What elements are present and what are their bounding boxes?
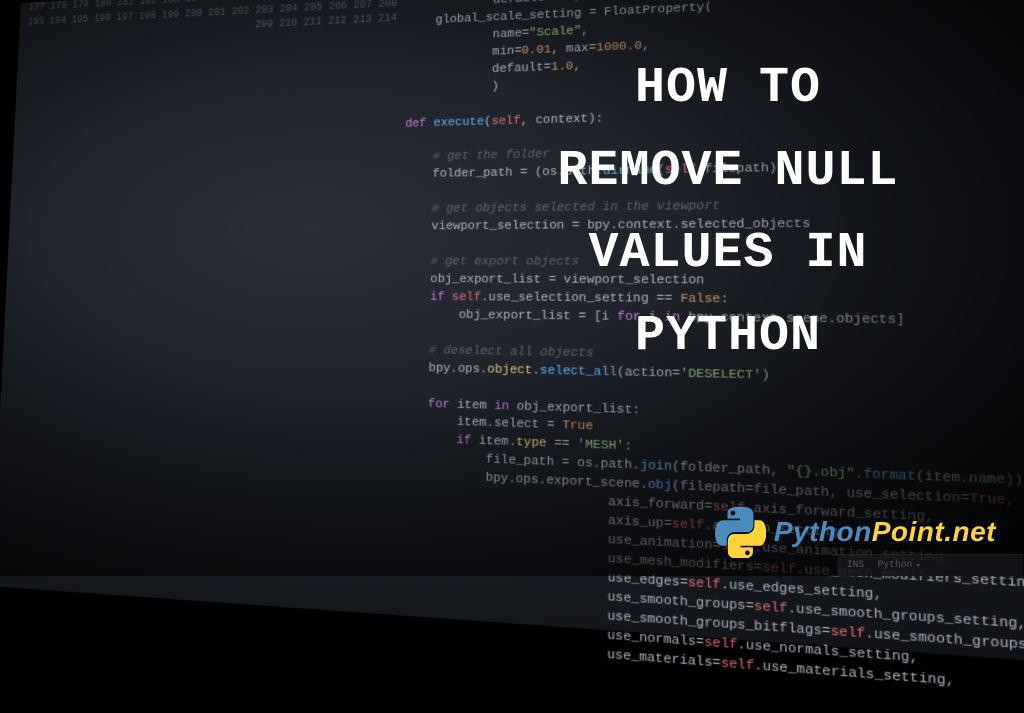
status-lang-label: Python [878,560,913,571]
chevron-down-icon: ▾ [916,561,920,571]
headline-title: HOW TO REMOVE NULL VALUES IN PYTHON [478,48,978,378]
title-line-2: REMOVE NULL [478,131,978,214]
brand-part1: Python [774,516,872,547]
status-bar: INS Python ▾ [837,554,1023,576]
brand-part2: Point.net [872,516,996,547]
status-language[interactable]: Python ▾ [878,560,921,571]
brand-name: PythonPoint.net [774,516,996,548]
title-line-1: HOW TO [478,48,978,131]
brand-logo-wrap: PythonPoint.net [714,506,996,558]
python-logo-icon [714,506,766,558]
title-line-4: PYTHON [478,296,978,379]
status-insert-mode: INS [847,560,864,571]
status-mode-label: INS [847,560,864,571]
title-line-3: VALUES IN [478,213,978,296]
line-number-gutter: 177 178 179 180 181 182 183 184 185 186 … [0,0,408,649]
